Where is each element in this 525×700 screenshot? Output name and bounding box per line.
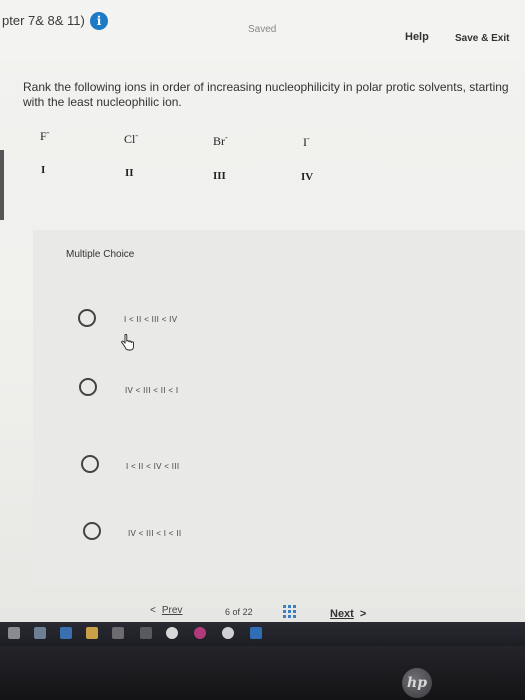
prev-label: Prev [161,605,183,616]
media-icon[interactable] [194,627,206,639]
multiple-choice-label: Multiple Choice [66,249,135,260]
screen: pter 7& 8& 11) i Saved Help Save & Exit … [0,0,525,628]
question-prompt: Rank the following ions in order of incr… [23,80,509,109]
numeral-2: II [125,167,134,179]
multiple-choice-panel [33,230,525,585]
option-1-text[interactable]: I < II < III < IV [124,315,177,324]
info-icon[interactable]: i [90,12,108,30]
camera-icon[interactable] [222,627,234,639]
header: pter 7& 8& 11) i Saved Help Save & Exit [0,0,525,60]
option-2-text[interactable]: IV < III < II < I [125,386,178,395]
numeral-3: III [213,170,226,182]
explorer-icon[interactable] [34,627,46,639]
chapter-title: pter 7& 8& 11) [2,13,85,28]
of-label: of [232,607,241,617]
option-1-radio[interactable] [78,309,96,327]
hand-cursor-icon [121,334,134,351]
edge-icon[interactable] [60,627,72,639]
total-pages: 22 [242,607,253,617]
chevron-left-icon: < [150,605,156,616]
ion-chloride: Cl- [124,131,139,146]
next-label: Next [330,608,354,620]
laptop-bezel [0,646,525,700]
taskbar [0,622,525,646]
option-3-radio[interactable] [81,455,99,473]
saved-status: Saved [248,24,277,35]
window-edge [0,150,4,220]
numeral-1: I [41,164,46,176]
hp-logo: hp [402,668,432,698]
chrome-icon[interactable] [166,627,178,639]
current-page: 6 [225,607,231,617]
app-icon[interactable] [140,627,152,639]
page-counter: 6 of 22 [225,607,253,617]
grid-icon[interactable] [283,605,296,618]
numeral-4: IV [301,171,314,183]
folder-icon[interactable] [86,627,98,639]
task-view-icon[interactable] [8,627,20,639]
option-2-radio[interactable] [79,378,97,396]
help-button[interactable]: Help [405,31,429,43]
word-icon[interactable] [250,627,262,639]
ion-bromide: Br- [213,133,228,148]
option-4-text[interactable]: IV < III < I < II [128,529,181,538]
option-4-radio[interactable] [83,522,101,540]
chevron-right-icon: > [359,608,367,620]
ion-iodide: I- [303,134,310,149]
prev-button[interactable]: < Prev [150,605,182,616]
ion-fluoride: F- [40,128,50,143]
option-3-text[interactable]: I < II < IV < III [126,462,179,471]
save-exit-button[interactable]: Save & Exit [455,33,509,44]
next-button[interactable]: Next > [330,608,366,620]
store-icon[interactable] [112,627,124,639]
